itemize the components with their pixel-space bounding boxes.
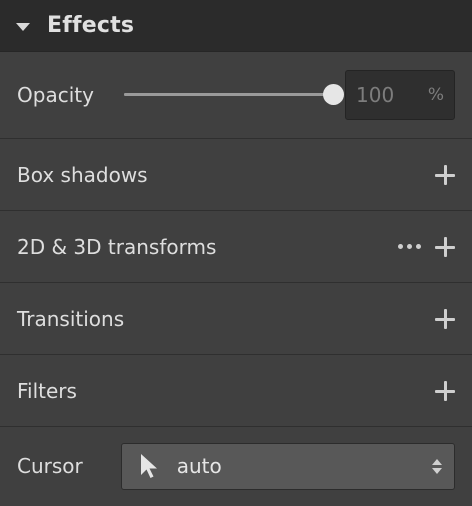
cursor-value: auto [176, 454, 222, 478]
opacity-row: Opacity 100 % [0, 52, 472, 139]
caret-down-icon[interactable] [16, 22, 30, 31]
add-box-shadow-icon[interactable] [435, 164, 455, 185]
opacity-unit: % [427, 85, 444, 105]
effects-section-header[interactable]: Effects [0, 0, 472, 52]
select-arrows-icon [432, 458, 442, 474]
more-options-icon[interactable] [398, 244, 421, 249]
transforms-row: 2D & 3D transforms [0, 211, 472, 283]
add-filter-icon[interactable] [435, 380, 455, 401]
opacity-input[interactable]: 100 % [345, 70, 455, 120]
box-shadows-row: Box shadows [0, 139, 472, 211]
transitions-label: Transitions [17, 306, 125, 331]
cursor-label: Cursor [17, 454, 83, 478]
transforms-label: 2D & 3D transforms [17, 234, 217, 259]
opacity-label: Opacity [17, 83, 94, 107]
transitions-row: Transitions [0, 283, 472, 355]
slider-fill [123, 93, 334, 96]
add-transition-icon[interactable] [435, 308, 455, 329]
pointer-arrow-icon [140, 454, 157, 478]
cursor-select[interactable]: auto [120, 442, 455, 490]
filters-label: Filters [17, 378, 77, 403]
section-title: Effects [47, 13, 135, 38]
slider-thumb[interactable] [322, 84, 344, 105]
opacity-value: 100 [356, 83, 395, 107]
box-shadows-label: Box shadows [17, 162, 148, 187]
filters-row: Filters [0, 355, 472, 427]
opacity-slider[interactable] [123, 83, 344, 107]
add-transform-icon[interactable] [435, 236, 455, 257]
effects-panel: Effects Opacity 100 % Box shadows 2D & 3… [0, 0, 472, 506]
cursor-row: Cursor auto [0, 427, 472, 505]
